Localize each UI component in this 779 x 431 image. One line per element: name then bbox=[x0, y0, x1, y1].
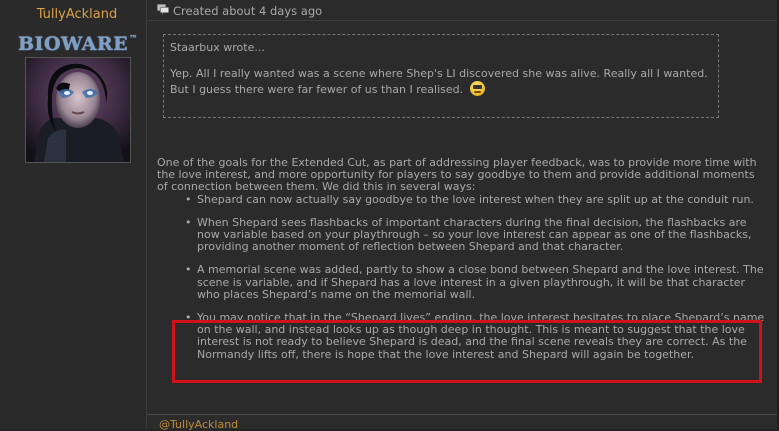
signature-link[interactable]: @TullyAckland bbox=[159, 418, 238, 431]
list-item: A memorial scene was added, partly to sh… bbox=[185, 264, 767, 301]
post-intro: One of the goals for the Extended Cut, a… bbox=[157, 156, 757, 194]
smiley-icon bbox=[469, 81, 485, 96]
comment-icon bbox=[157, 4, 169, 18]
post-meta: Created about 4 days ago bbox=[157, 3, 322, 19]
author-username[interactable]: TullyAckland bbox=[0, 7, 154, 22]
bullet-list: Shepard can now actually say goodbye to … bbox=[157, 193, 767, 361]
avatar[interactable] bbox=[25, 57, 131, 163]
meta-divider bbox=[147, 20, 779, 21]
signature-divider bbox=[147, 414, 779, 415]
list-item: You may notice that in the “Shepard live… bbox=[185, 311, 767, 361]
bioware-logo-text: BIOWARE bbox=[18, 33, 129, 55]
bioware-logo-tm: ™ bbox=[129, 33, 138, 43]
avatar-image bbox=[26, 58, 130, 162]
quote-text: Yep. All I really wanted was a scene whe… bbox=[170, 67, 708, 96]
post-created-time: Created about 4 days ago bbox=[173, 4, 323, 18]
author-sidebar: TullyAckland BIOWARE™ bbox=[0, 0, 147, 429]
quote-author: Staarbux wrote... bbox=[170, 41, 265, 54]
post-content: Created about 4 days ago Staarbux wrote.… bbox=[147, 0, 779, 431]
list-item: When Shepard sees flashbacks of importan… bbox=[185, 216, 767, 254]
quote-block: Staarbux wrote... Yep. All I really want… bbox=[163, 34, 719, 118]
list-item: Shepard can now actually say goodbye to … bbox=[185, 193, 767, 206]
bioware-logo: BIOWARE™ bbox=[18, 33, 138, 55]
post-body: One of the goals for the Extended Cut, a… bbox=[157, 156, 767, 361]
